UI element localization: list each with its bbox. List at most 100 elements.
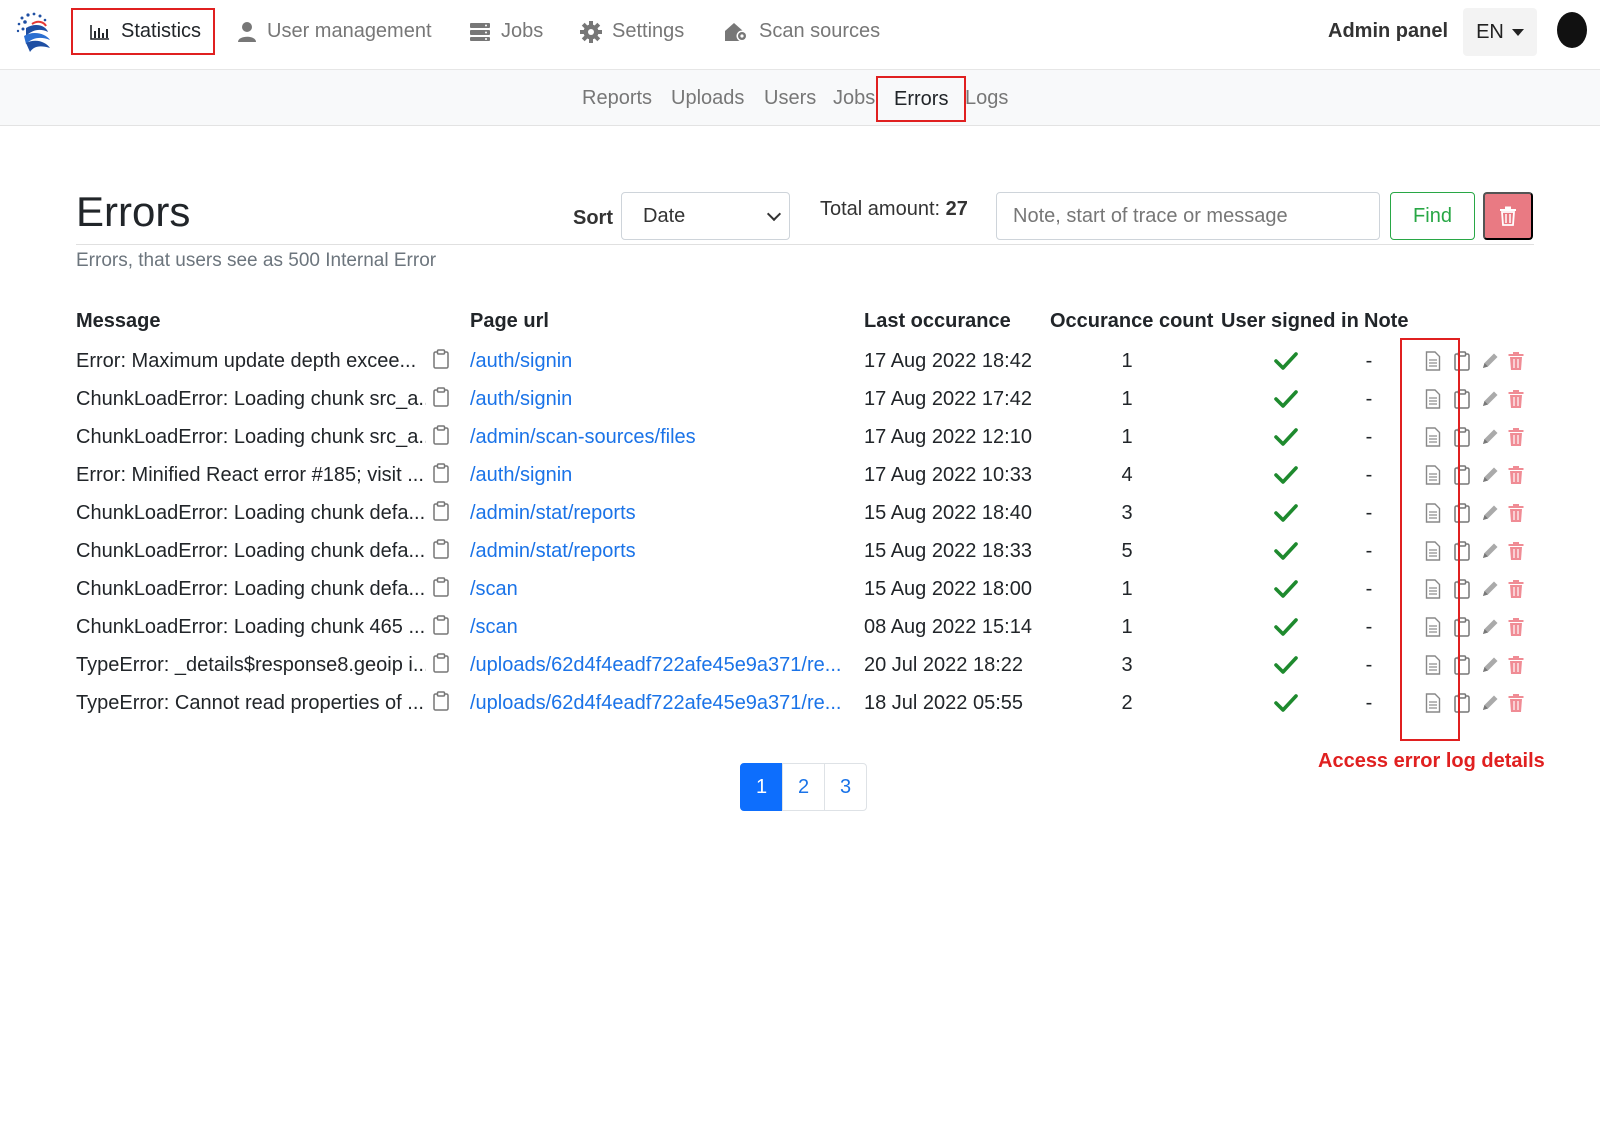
copy-message-button[interactable] xyxy=(433,387,449,413)
clipboard-icon xyxy=(433,387,449,407)
check-icon xyxy=(1274,580,1298,598)
clipboard-icon xyxy=(433,577,449,597)
highlight-box xyxy=(1400,338,1460,741)
delete-error-button[interactable] xyxy=(1508,579,1524,604)
header-occurance-count[interactable]: Occurance count xyxy=(1050,310,1213,333)
gear-icon xyxy=(580,20,602,43)
table-row: TypeError: Cannot read properties of ...… xyxy=(0,688,1600,726)
check-icon xyxy=(1274,352,1298,370)
page-title: Errors xyxy=(76,188,191,235)
copy-message-button[interactable] xyxy=(433,691,449,717)
subnav-reports[interactable]: Reports xyxy=(582,87,652,110)
user-signed-in-indicator xyxy=(1274,541,1298,567)
edit-note-button[interactable] xyxy=(1480,617,1500,642)
delete-all-button[interactable] xyxy=(1483,192,1533,240)
note-value: - xyxy=(1365,654,1373,676)
copy-message-button[interactable] xyxy=(433,425,449,451)
page-url-link[interactable]: /auth/signin xyxy=(470,350,850,373)
copy-message-button[interactable] xyxy=(433,577,449,603)
edit-note-button[interactable] xyxy=(1480,579,1500,604)
title-divider xyxy=(76,244,1534,245)
total-amount-label: Total amount: xyxy=(820,198,941,220)
occurance-count-value: 1 xyxy=(1121,388,1133,410)
delete-error-button[interactable] xyxy=(1508,541,1524,566)
nav-jobs[interactable]: Jobs xyxy=(469,8,543,55)
delete-error-button[interactable] xyxy=(1508,617,1524,642)
house-gear-icon xyxy=(725,22,748,41)
subnav-uploads[interactable]: Uploads xyxy=(671,87,744,110)
find-button[interactable]: Find xyxy=(1390,192,1475,240)
trash-icon xyxy=(1508,504,1524,522)
brand-logo-icon[interactable] xyxy=(14,10,54,54)
copy-message-button[interactable] xyxy=(433,653,449,679)
pencil-icon xyxy=(1483,391,1498,406)
table-row: Error: Minified React error #185; visit … xyxy=(0,460,1600,498)
pencil-icon xyxy=(1483,619,1498,634)
edit-note-button[interactable] xyxy=(1480,541,1500,566)
edit-note-button[interactable] xyxy=(1480,693,1500,718)
user-signed-in-indicator xyxy=(1274,427,1298,453)
nav-user-management[interactable]: User management xyxy=(237,8,432,55)
error-message: Error: Maximum update depth excee... xyxy=(76,350,417,372)
subnav-users[interactable]: Users xyxy=(764,87,816,110)
nav-settings[interactable]: Settings xyxy=(580,8,684,55)
nav-statistics[interactable]: Statistics xyxy=(71,8,216,55)
page-url-link[interactable]: /admin/stat/reports xyxy=(470,540,850,563)
edit-note-button[interactable] xyxy=(1480,503,1500,528)
edit-note-button[interactable] xyxy=(1480,465,1500,490)
pencil-icon xyxy=(1483,657,1498,672)
delete-error-button[interactable] xyxy=(1508,389,1524,414)
delete-error-button[interactable] xyxy=(1508,351,1524,376)
copy-message-button[interactable] xyxy=(433,463,449,489)
copy-message-button[interactable] xyxy=(433,539,449,565)
page-url-link[interactable]: /admin/scan-sources/files xyxy=(470,426,850,449)
last-occurance-value: 20 Jul 2022 18:22 xyxy=(864,654,1024,676)
trash-icon xyxy=(1508,542,1524,560)
page-button-2[interactable]: 2 xyxy=(782,763,825,811)
nav-scan-sources[interactable]: Scan sources xyxy=(723,8,880,55)
subnav-errors[interactable]: Errors xyxy=(876,76,967,122)
nav-jobs-label: Jobs xyxy=(501,20,544,42)
clipboard-icon xyxy=(433,615,449,635)
sort-select[interactable]: Date xyxy=(621,192,790,240)
copy-message-button[interactable] xyxy=(433,501,449,527)
delete-error-button[interactable] xyxy=(1508,465,1524,490)
edit-note-button[interactable] xyxy=(1480,655,1500,680)
delete-error-button[interactable] xyxy=(1508,503,1524,528)
delete-error-button[interactable] xyxy=(1508,427,1524,452)
table-row: ChunkLoadError: Loading chunk src_a... /a… xyxy=(0,422,1600,460)
caret-down-icon xyxy=(1511,28,1524,36)
subnav-logs[interactable]: Logs xyxy=(965,87,1008,110)
page-button-3[interactable]: 3 xyxy=(824,763,867,811)
edit-note-button[interactable] xyxy=(1480,389,1500,414)
page-url-link[interactable]: /scan xyxy=(470,578,850,601)
nav-statistics-label: Statistics xyxy=(121,20,202,42)
page-url-link[interactable]: /uploads/62d4f4eadf722afe45e9a371/re... xyxy=(470,654,850,677)
check-icon xyxy=(1274,390,1298,408)
edit-note-button[interactable] xyxy=(1480,427,1500,452)
page-url-link[interactable]: /auth/signin xyxy=(470,388,850,411)
search-input[interactable] xyxy=(996,192,1380,240)
subnav-jobs[interactable]: Jobs xyxy=(833,87,875,110)
page-url-link[interactable]: /auth/signin xyxy=(470,464,850,487)
page-url-link[interactable]: /scan xyxy=(470,616,850,639)
last-occurance-value: 15 Aug 2022 18:33 xyxy=(864,540,1032,562)
edit-note-button[interactable] xyxy=(1480,351,1500,376)
copy-message-button[interactable] xyxy=(433,615,449,641)
header-user-signed-in: User signed in xyxy=(1221,310,1359,332)
occurance-count-value: 1 xyxy=(1121,426,1133,448)
pencil-icon xyxy=(1483,467,1498,482)
page-url-link[interactable]: /admin/stat/reports xyxy=(470,502,850,525)
delete-error-button[interactable] xyxy=(1508,693,1524,718)
sort-select-value: Date xyxy=(643,204,686,227)
delete-error-button[interactable] xyxy=(1508,655,1524,680)
copy-message-button[interactable] xyxy=(433,349,449,375)
admin-panel-label: Admin panel xyxy=(1328,20,1449,42)
page-url-link[interactable]: /uploads/62d4f4eadf722afe45e9a371/re... xyxy=(470,692,850,715)
language-dropdown[interactable]: EN xyxy=(1463,8,1537,56)
avatar[interactable] xyxy=(1557,12,1587,48)
check-icon xyxy=(1274,694,1298,712)
clipboard-icon xyxy=(433,463,449,483)
page-button-1[interactable]: 1 xyxy=(740,763,783,811)
clipboard-icon xyxy=(433,349,449,369)
